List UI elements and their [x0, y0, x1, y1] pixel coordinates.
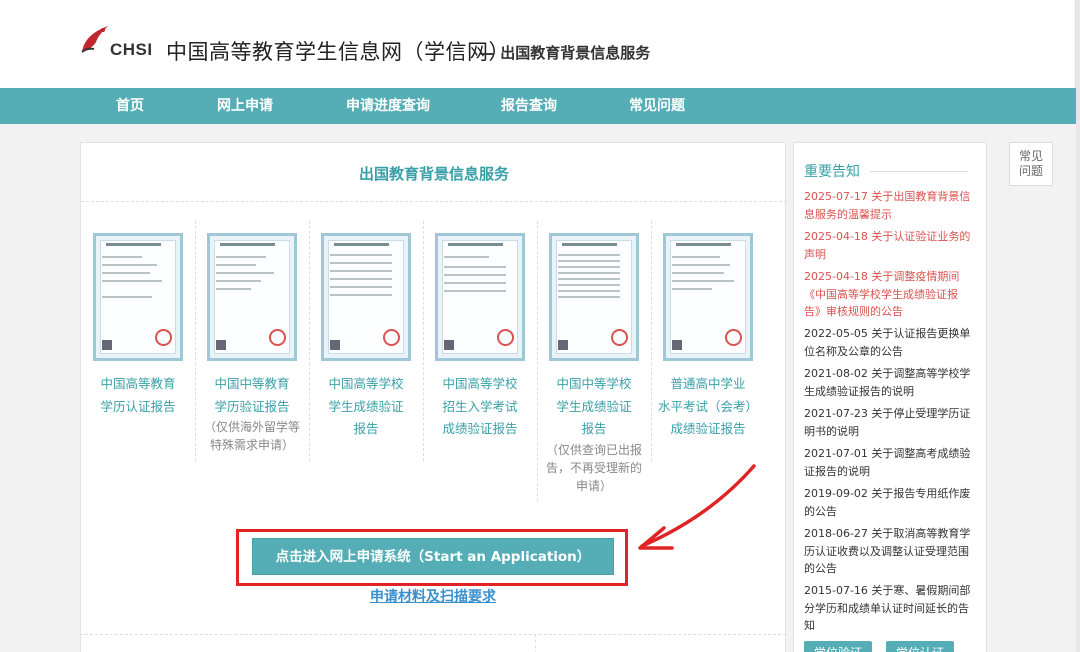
card-title-line[interactable]: 成绩验证报告 — [423, 418, 537, 441]
site-subtitle: — 出国教育背景信息服务 — [480, 44, 651, 62]
notice-item[interactable]: 2018-06-27 关于取消高等教育学历认证收费以及调整认证受理范围的公告 — [804, 525, 972, 578]
certificate-thumbnail[interactable] — [321, 233, 411, 361]
certificate-thumbnail[interactable] — [93, 233, 183, 361]
divider — [535, 634, 536, 652]
logo-text: CHSI — [110, 40, 153, 59]
divider — [80, 634, 786, 635]
card-title-line[interactable]: 报告 — [309, 418, 423, 441]
materials-requirements-link[interactable]: 申请材料及扫描要求 — [370, 586, 496, 606]
card-title-line[interactable]: 成绩验证报告 — [651, 418, 765, 441]
notice-item[interactable]: 2025-04-18 关于调整疫情期间《中国高等学校学生成绩验证报告》审核规则的… — [804, 268, 972, 321]
card-title-line[interactable]: 学生成绩验证 — [309, 396, 423, 419]
notice-item[interactable]: 2015-07-16 关于寒、暑假期间部分学历和成绩单认证时间延长的告知 — [804, 582, 972, 635]
card-title-line[interactable]: 学历验证报告 — [195, 396, 309, 419]
card-title-line[interactable]: 中国高等教育 — [81, 373, 195, 396]
card-title-line[interactable]: 招生入学考试 — [423, 396, 537, 419]
nav-item-faq[interactable]: 常见问题 — [629, 88, 685, 124]
main-nav: 首页 网上申请 申请进度查询 报告查询 常见问题 — [0, 88, 1076, 124]
nav-item-online-apply[interactable]: 网上申请 — [217, 88, 273, 124]
card-title-line[interactable]: 中国高等学校 — [423, 373, 537, 396]
certificate-thumbnail[interactable] — [549, 233, 639, 361]
notice-item[interactable]: 2025-04-18 关于认证验证业务的声明 — [804, 228, 972, 263]
sidebar-title: 重要告知 — [804, 164, 860, 180]
card-title-line[interactable]: 普通高中学业 — [651, 373, 765, 396]
degree-verification-button[interactable]: 学位验证 — [804, 641, 872, 652]
nav-item-report-query[interactable]: 报告查询 — [501, 88, 557, 124]
notice-item[interactable]: 2021-07-23 关于停止受理学历证明书的说明 — [804, 405, 972, 440]
notice-item[interactable]: 2021-08-02 关于调整高等学校学生成绩验证报告的说明 — [804, 365, 972, 400]
card-note-line: （仅供海外留学等 — [203, 420, 300, 434]
notice-item[interactable]: 2022-05-05 关于认证报告更换单位名称及公章的公告 — [804, 325, 972, 360]
card-title-line[interactable]: 水平考试（会考） — [651, 396, 765, 419]
card-title-line[interactable]: 中国中等教育 — [195, 373, 309, 396]
card-title-line[interactable]: 报告 — [537, 418, 651, 441]
certificate-thumbnail[interactable] — [435, 233, 525, 361]
certificate-thumbnail[interactable] — [207, 233, 297, 361]
card-title-line[interactable]: 学生成绩验证 — [537, 396, 651, 419]
report-card-secondary-edu-degree[interactable]: 中国中等教育 学历验证报告 （仅供海外留学等 特殊需求申请） — [195, 221, 309, 511]
certificate-thumbnail[interactable] — [663, 233, 753, 361]
divider — [81, 201, 787, 202]
start-application-button[interactable]: 点击进入网上申请系统（Start an Application） — [252, 538, 614, 575]
report-card-gaokao-score[interactable]: 中国高等学校 招生入学考试 成绩验证报告 — [423, 221, 537, 511]
card-note-line: 特殊需求申请） — [209, 438, 294, 452]
card-title-line[interactable]: 学历认证报告 — [81, 396, 195, 419]
site-title: 中国高等教育学生信息网（学信网） — [166, 40, 510, 64]
window-edge — [1076, 0, 1080, 652]
nav-item-progress-query[interactable]: 申请进度查询 — [346, 88, 430, 124]
card-title-line[interactable]: 中国中等学校 — [537, 373, 651, 396]
notice-sidebar: 重要告知 2025-07-17 关于出国教育背景信息服务的温馨提示 2025-0… — [793, 142, 987, 652]
notice-item[interactable]: 2019-09-02 关于报告专用纸作废的公告 — [804, 485, 972, 520]
nav-item-home[interactable]: 首页 — [116, 88, 144, 124]
faq-float-button[interactable]: 常见 问题 — [1009, 142, 1053, 186]
notice-item[interactable]: 2021-07-01 关于调整高考成绩验证报告的说明 — [804, 445, 972, 480]
chsi-logo-icon[interactable] — [78, 22, 112, 56]
faq-float-line: 问题 — [1018, 164, 1043, 178]
panel-title: 出国教育背景信息服务 — [358, 165, 509, 183]
report-card-higher-edu-degree[interactable]: 中国高等教育 学历认证报告 — [81, 221, 195, 511]
card-note-line: （仅供查询已出报 — [545, 443, 642, 457]
degree-certification-button[interactable]: 学位认证 — [886, 641, 954, 652]
report-card-higher-edu-transcript[interactable]: 中国高等学校 学生成绩验证 报告 — [309, 221, 423, 511]
divider — [870, 171, 968, 172]
site-header: CHSI 中国高等教育学生信息网（学信网） — 出国教育背景信息服务 — [0, 0, 1076, 88]
notice-item[interactable]: 2025-07-17 关于出国教育背景信息服务的温馨提示 — [804, 188, 972, 223]
card-title-line[interactable]: 中国高等学校 — [309, 373, 423, 396]
annotation-arrow-icon — [638, 464, 756, 550]
faq-float-line: 常见 — [1018, 149, 1043, 163]
